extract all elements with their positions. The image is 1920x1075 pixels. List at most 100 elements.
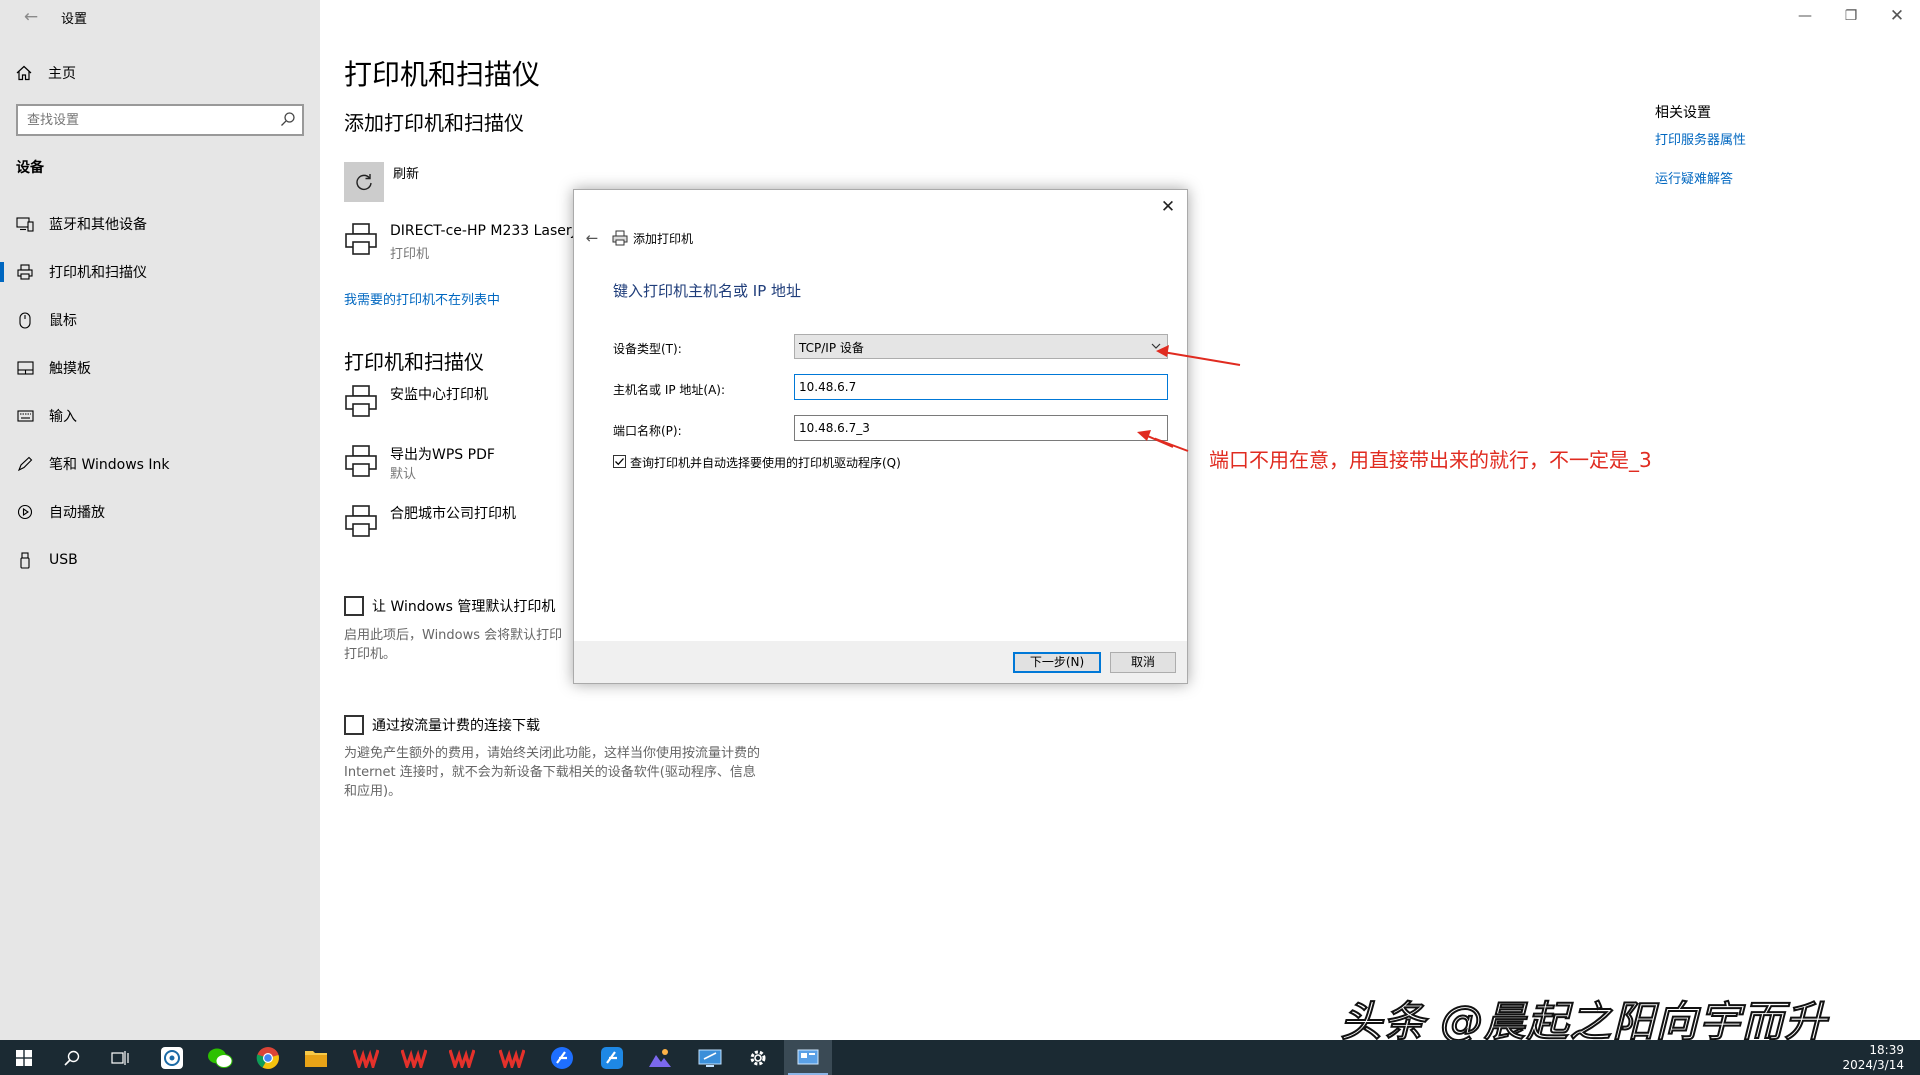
refresh-icon bbox=[356, 174, 372, 191]
cancel-button[interactable]: 取消 bbox=[1110, 652, 1176, 673]
printer-name[interactable]: 合肥城市公司打印机 bbox=[390, 503, 516, 523]
search-icon bbox=[64, 1050, 80, 1066]
taskbar-app[interactable] bbox=[148, 1040, 196, 1075]
port-name-input[interactable] bbox=[794, 415, 1168, 441]
taskbar-app[interactable] bbox=[686, 1040, 734, 1075]
nav-home-label: 主页 bbox=[48, 66, 76, 82]
taskbar-app-active[interactable] bbox=[784, 1040, 832, 1075]
taskbar-app[interactable] bbox=[734, 1040, 782, 1075]
sidebar-item-printers[interactable]: 打印机和扫描仪 bbox=[0, 252, 320, 292]
sidebar-item-label: 笔和 Windows Ink bbox=[49, 457, 170, 473]
manage-default-description: 启用此项后，Windows 会将默认打印 打印机。 bbox=[344, 626, 562, 664]
sidebar-item-bluetooth[interactable]: 蓝牙和其他设备 bbox=[0, 204, 320, 244]
metered-download-description: 为避免产生额外的费用，请始终关闭此功能，这样当你使用按流量计费的 Interne… bbox=[344, 744, 760, 801]
close-icon[interactable]: ✕ bbox=[1874, 0, 1920, 32]
clock-date: 2024/3/14 bbox=[1842, 1058, 1904, 1072]
mouse-icon bbox=[16, 311, 34, 329]
taskbar-app[interactable] bbox=[588, 1040, 636, 1075]
taskbar-app[interactable] bbox=[390, 1040, 438, 1075]
back-icon[interactable]: ← bbox=[14, 4, 48, 30]
device-type-label: 设备类型(T): bbox=[613, 342, 682, 356]
remote-desktop-icon bbox=[698, 1049, 722, 1067]
run-troubleshooter-link[interactable]: 运行疑难解答 bbox=[1655, 168, 1733, 187]
feishu-icon bbox=[601, 1046, 623, 1069]
print-server-properties-link[interactable]: 打印服务器属性 bbox=[1655, 129, 1746, 148]
printer-icon bbox=[16, 263, 34, 281]
wps-icon bbox=[449, 1049, 475, 1068]
settings-icon bbox=[750, 1050, 766, 1065]
manage-default-checkbox[interactable] bbox=[344, 596, 364, 616]
pen-icon bbox=[16, 455, 34, 473]
printer-not-listed-link[interactable]: 我需要的打印机不在列表中 bbox=[344, 289, 500, 308]
file-explorer-icon bbox=[305, 1050, 327, 1067]
usb-icon bbox=[16, 551, 34, 569]
sidebar-item-typing[interactable]: 输入 bbox=[0, 396, 320, 436]
sidebar-item-usb[interactable]: USB bbox=[0, 540, 320, 580]
query-printer-label: 查询打印机并自动选择要使用的打印机驱动程序(Q) bbox=[630, 456, 901, 470]
taskbar-app[interactable] bbox=[292, 1040, 340, 1075]
printer-name[interactable]: 导出为WPS PDF bbox=[390, 444, 495, 464]
settings-sidebar: ← 设置 主页 设备 蓝牙和其他设备 打印机和扫描仪 鼠标 触摸板 输入 笔和 … bbox=[0, 0, 320, 1040]
description-line: Internet 连接时，就不会为新设备下载相关的设备软件(驱动程序、信息 bbox=[344, 765, 756, 780]
add-printer-dialog: ✕ ← 添加打印机 键入打印机主机名或 IP 地址 设备类型(T): TCP/I… bbox=[573, 189, 1188, 684]
sidebar-item-label: 鼠标 bbox=[49, 313, 77, 329]
task-view-button[interactable] bbox=[96, 1040, 144, 1075]
metered-download-checkbox[interactable] bbox=[344, 715, 364, 735]
sidebar-item-label: 打印机和扫描仪 bbox=[49, 265, 147, 281]
minimize-icon[interactable]: — bbox=[1782, 0, 1828, 32]
start-button[interactable] bbox=[0, 1040, 48, 1075]
host-label: 主机名或 IP 地址(A): bbox=[613, 383, 726, 397]
taskbar: 18:39 2024/3/14 bbox=[0, 1040, 1920, 1075]
taskbar-app[interactable] bbox=[488, 1040, 536, 1075]
found-device-name[interactable]: DIRECT-ce-HP M233 LaserJet bbox=[390, 223, 590, 239]
description-line: 打印机。 bbox=[344, 647, 397, 662]
back-icon[interactable]: ← bbox=[581, 227, 603, 249]
dialog-title: 添加打印机 bbox=[633, 232, 694, 246]
printers-section-heading: 打印机和扫描仪 bbox=[344, 350, 484, 374]
printer-icon bbox=[345, 385, 377, 417]
refresh-label: 刷新 bbox=[393, 167, 420, 182]
description-line: 为避免产生额外的费用，请始终关闭此功能，这样当你使用按流量计费的 bbox=[344, 746, 761, 761]
sidebar-item-pen[interactable]: 笔和 Windows Ink bbox=[0, 444, 320, 484]
taskbar-app[interactable] bbox=[438, 1040, 486, 1075]
taskbar-app[interactable] bbox=[196, 1040, 244, 1075]
close-icon[interactable]: ✕ bbox=[1157, 196, 1179, 218]
settings-search[interactable] bbox=[16, 104, 304, 136]
sidebar-item-mouse[interactable]: 鼠标 bbox=[0, 300, 320, 340]
query-printer-checkbox[interactable] bbox=[613, 455, 626, 468]
taskbar-app[interactable] bbox=[342, 1040, 390, 1075]
window-title: 设置 bbox=[61, 12, 88, 27]
taskbar-app[interactable] bbox=[244, 1040, 292, 1075]
printer-icon bbox=[345, 223, 377, 255]
refresh-button[interactable] bbox=[344, 162, 384, 202]
wps-icon bbox=[401, 1049, 427, 1068]
keyboard-icon bbox=[16, 407, 34, 425]
restore-icon[interactable]: ❐ bbox=[1828, 0, 1874, 32]
wps-icon bbox=[499, 1049, 525, 1068]
search-icon[interactable] bbox=[280, 111, 296, 127]
sidebar-item-autoplay[interactable]: 自动播放 bbox=[0, 492, 320, 532]
system-clock[interactable]: 18:39 2024/3/14 bbox=[1842, 1043, 1904, 1073]
bluetooth-devices-icon bbox=[16, 215, 34, 233]
home-icon bbox=[16, 65, 32, 81]
search-input[interactable] bbox=[18, 106, 268, 134]
next-button[interactable]: 下一步(N) bbox=[1013, 652, 1101, 673]
manage-default-label: 让 Windows 管理默认打印机 bbox=[372, 599, 556, 615]
taskbar-search-button[interactable] bbox=[48, 1040, 96, 1075]
printer-icon bbox=[345, 505, 377, 537]
page-title: 打印机和扫描仪 bbox=[344, 58, 541, 91]
device-type-select[interactable]: TCP/IP 设备 bbox=[794, 334, 1168, 359]
taskbar-app[interactable] bbox=[636, 1040, 684, 1075]
host-address-input[interactable] bbox=[794, 374, 1168, 400]
printer-name[interactable]: 安监中心打印机 bbox=[390, 384, 488, 404]
checkmark-icon bbox=[615, 458, 624, 466]
dialog-heading: 键入打印机主机名或 IP 地址 bbox=[613, 282, 802, 300]
start-icon bbox=[16, 1049, 32, 1066]
port-label: 端口名称(P): bbox=[613, 424, 682, 438]
wps-icon bbox=[353, 1049, 379, 1068]
metered-download-label: 通过按流量计费的连接下载 bbox=[372, 718, 540, 734]
printer-icon bbox=[612, 230, 628, 246]
nav-home[interactable]: 主页 bbox=[16, 62, 76, 84]
sidebar-item-touchpad[interactable]: 触摸板 bbox=[0, 348, 320, 388]
taskbar-app[interactable] bbox=[538, 1040, 586, 1075]
